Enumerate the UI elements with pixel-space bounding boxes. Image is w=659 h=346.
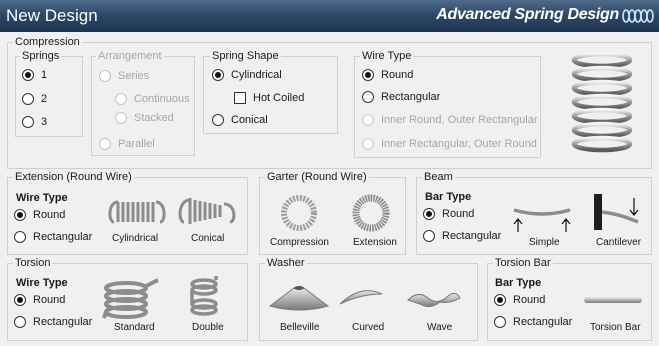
springs-radio-2[interactable]: 2 (22, 93, 47, 105)
beam-bar-type-heading: Bar Type (425, 191, 472, 203)
torsion-group-label: Torsion (13, 257, 53, 269)
torsion-double-caption: Double (192, 322, 224, 333)
torsion-wire-type-heading: Wire Type (16, 277, 68, 289)
radio-indicator (362, 138, 374, 150)
compression-group-label: Compression (13, 36, 82, 48)
torsion-bar-icon[interactable] (582, 294, 644, 306)
torsion-standard-caption: Standard (114, 322, 155, 333)
wire-rectangular-radio[interactable]: Rectangular (362, 91, 440, 103)
beam-simple-icon[interactable] (510, 202, 574, 234)
extension-cylindrical-icon[interactable] (106, 194, 168, 228)
beam-group-label: Beam (422, 171, 455, 183)
torsion-round-radio[interactable]: Round (14, 294, 65, 306)
wire-round-radio[interactable]: Round (362, 69, 413, 81)
radio-indicator (494, 316, 506, 328)
compression-spring-icon (571, 51, 633, 153)
arrangement-series-radio[interactable]: Series (99, 70, 149, 82)
shape-cylindrical-radio[interactable]: Cylindrical (212, 69, 282, 81)
extension-cylindrical-caption: Cylindrical (112, 233, 159, 244)
garter-compression-caption: Compression (270, 237, 329, 248)
beam-simple-caption: Simple (529, 237, 560, 248)
radio-indicator (22, 116, 34, 128)
title-bar: New Design Advanced Spring Design (0, 0, 659, 32)
arrangement-continuous-radio[interactable]: Continuous (115, 93, 190, 105)
radio-indicator (212, 69, 224, 81)
radio-indicator (22, 93, 34, 105)
washer-curved-icon[interactable] (336, 284, 386, 314)
radio-indicator (423, 230, 435, 242)
torsion-bar-type-heading: Bar Type (495, 277, 542, 289)
extension-wire-type-heading: Wire Type (16, 192, 68, 204)
torsion-rectangular-radio[interactable]: Rectangular (14, 316, 92, 328)
wire-inner-round-radio[interactable]: Inner Round, Outer Rectangular (362, 114, 538, 126)
garter-group-label: Garter (Round Wire) (265, 171, 369, 183)
torsion-bar-caption: Torsion Bar (590, 322, 641, 333)
radio-indicator (212, 114, 224, 126)
extension-conical-caption: Conical (191, 233, 225, 244)
beam-rectangular-radio[interactable]: Rectangular (423, 230, 501, 242)
spring-shape-group-label: Spring Shape (210, 50, 281, 62)
arrangement-stacked-radio[interactable]: Stacked (115, 112, 174, 124)
springs-radio-1[interactable]: 1 (22, 69, 47, 81)
radio-indicator (14, 209, 26, 221)
washer-wave-caption: Wave (427, 322, 453, 333)
arrangement-parallel-radio[interactable]: Parallel (99, 138, 155, 150)
washer-curved-caption: Curved (352, 322, 385, 333)
shape-conical-radio[interactable]: Conical (212, 114, 268, 126)
radio-indicator (14, 316, 26, 328)
brand-name: Advanced Spring Design (436, 6, 619, 23)
torsion-bar-rectangular-radio[interactable]: Rectangular (494, 316, 572, 328)
washer-belleville-caption: Belleville (280, 322, 320, 333)
hot-coiled-checkbox[interactable]: Hot Coiled (234, 92, 304, 104)
garter-extension-caption: Extension (353, 237, 397, 248)
beam-cantilever-icon[interactable] (590, 192, 646, 232)
wire-type-group-label: Wire Type (360, 50, 414, 62)
extension-rectangular-radio[interactable]: Rectangular (14, 231, 92, 243)
torsion-bar-round-radio[interactable]: Round (494, 294, 545, 306)
torsion-standard-icon[interactable] (100, 276, 162, 320)
springs-group-label: Springs (20, 50, 62, 62)
radio-indicator (362, 69, 374, 81)
radio-indicator (494, 294, 506, 306)
arrangement-group-label: Arrangement (96, 50, 164, 62)
radio-indicator (99, 70, 111, 82)
radio-indicator (99, 138, 111, 150)
garter-extension-icon[interactable] (350, 192, 392, 234)
wire-inner-rect-radio[interactable]: Inner Rectangular, Outer Round (362, 138, 537, 150)
radio-indicator (115, 112, 127, 124)
torsion-bar-group-label: Torsion Bar (493, 257, 553, 269)
radio-indicator (14, 294, 26, 306)
beam-cantilever-caption: Cantilever (596, 237, 642, 248)
washer-group-label: Washer (265, 257, 307, 269)
extension-group-label: Extension (Round Wire) (13, 171, 134, 183)
radio-indicator (362, 91, 374, 103)
garter-compression-icon[interactable] (278, 192, 320, 234)
radio-indicator (115, 93, 127, 105)
torsion-double-icon[interactable] (186, 276, 222, 320)
radio-indicator (423, 208, 435, 220)
window-title: New Design (6, 6, 98, 25)
brand-spring-logo-icon (622, 9, 654, 23)
washer-wave-icon[interactable] (404, 284, 464, 314)
washer-belleville-icon[interactable] (266, 280, 332, 316)
extension-round-radio[interactable]: Round (14, 209, 65, 221)
radio-indicator (14, 231, 26, 243)
beam-round-radio[interactable]: Round (423, 208, 474, 220)
springs-radio-3[interactable]: 3 (22, 116, 47, 128)
radio-indicator (22, 69, 34, 81)
extension-conical-icon[interactable] (176, 194, 238, 228)
radio-indicator (362, 114, 374, 126)
checkbox-indicator (234, 92, 246, 104)
